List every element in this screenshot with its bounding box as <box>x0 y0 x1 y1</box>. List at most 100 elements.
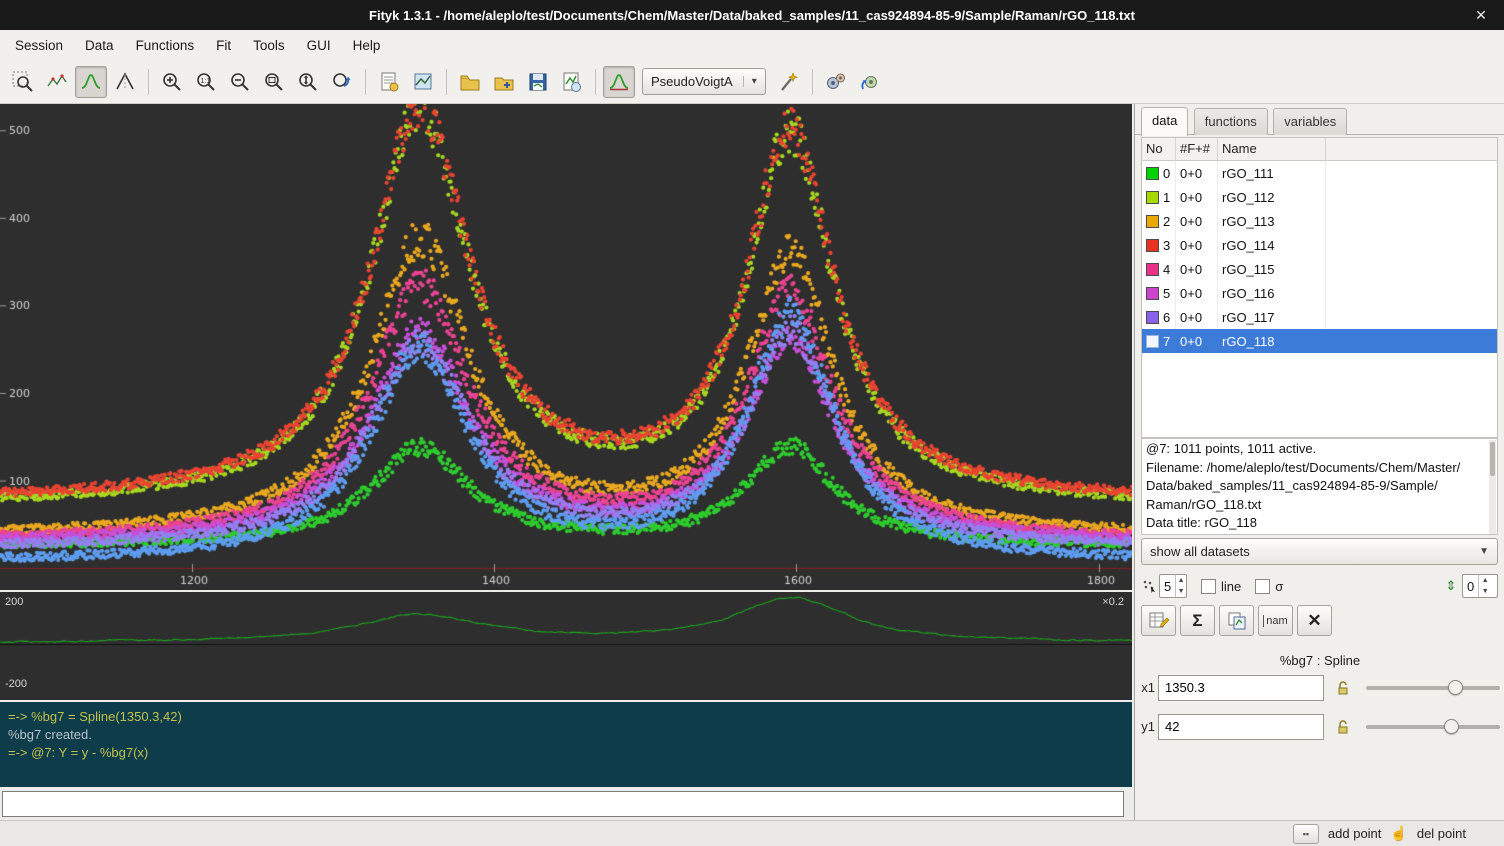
dataset-name: rGO_115 <box>1218 257 1326 281</box>
dataset-row[interactable]: 2 0+0 rGO_113 <box>1142 209 1497 233</box>
point-size-icon <box>1141 578 1157 594</box>
dataset-row[interactable]: 0 0+0 rGO_111 <box>1142 161 1497 185</box>
dataset-color-swatch[interactable] <box>1146 239 1159 252</box>
toolbar-separator <box>595 69 596 95</box>
console-line: =-> @7: Y = y - %bg7(x) <box>8 744 1124 762</box>
menu-item-functions[interactable]: Functions <box>125 33 206 58</box>
console-line: %bg7 created. <box>8 726 1124 744</box>
dataset-func-count: 0+0 <box>1176 329 1218 353</box>
dataset-table-header: No #F+# Name <box>1142 138 1497 161</box>
zoom-out-button[interactable] <box>224 66 256 98</box>
info-scrollbar[interactable] <box>1489 440 1496 535</box>
y1-lock-icon[interactable] <box>1332 715 1354 739</box>
open-data-button[interactable] <box>454 66 486 98</box>
menu-item-fit[interactable]: Fit <box>205 33 242 58</box>
dataset-row[interactable]: 6 0+0 rGO_117 <box>1142 305 1497 329</box>
delete-dataset-button[interactable]: ✕ <box>1297 605 1332 636</box>
zoom-previous-button[interactable] <box>326 66 358 98</box>
rename-dataset-button[interactable]: nam <box>1258 605 1293 636</box>
dataset-row[interactable]: 1 0+0 rGO_112 <box>1142 185 1497 209</box>
fit-run-button[interactable] <box>820 66 852 98</box>
menu-item-session[interactable]: Session <box>4 33 74 58</box>
save-session-button[interactable] <box>522 66 554 98</box>
x1-label: x1 <box>1135 680 1155 695</box>
add-point-hint: add point <box>1328 826 1382 841</box>
open-data-advanced-button[interactable] <box>488 66 520 98</box>
info-line: Data title: rGO_118 <box>1146 514 1493 533</box>
dataset-color-swatch[interactable] <box>1146 263 1159 276</box>
dataset-color-swatch[interactable] <box>1146 335 1159 348</box>
x1-input[interactable] <box>1158 675 1324 701</box>
tab-functions[interactable]: functions <box>1194 108 1268 135</box>
function-mode-button[interactable] <box>603 66 635 98</box>
aux-ymax-label: 200 <box>5 596 23 608</box>
data-range-mode-button[interactable] <box>41 66 73 98</box>
y1-slider-handle[interactable] <box>1444 719 1459 734</box>
aux-plot-canvas[interactable] <box>0 592 1132 700</box>
main-plot[interactable] <box>0 104 1132 590</box>
dataset-row[interactable]: 4 0+0 rGO_115 <box>1142 257 1497 281</box>
column-header-functions[interactable]: #F+# <box>1176 138 1218 160</box>
menu-item-data[interactable]: Data <box>74 33 125 58</box>
column-header-name[interactable]: Name <box>1218 138 1326 160</box>
command-input[interactable] <box>2 791 1124 817</box>
dataset-color-swatch[interactable] <box>1146 287 1159 300</box>
dataset-row-selected[interactable]: 7 0+0 rGO_118 <box>1142 329 1497 353</box>
dataset-color-swatch[interactable] <box>1146 215 1159 228</box>
side-panel: data functions variables No #F+# Name 0 … <box>1134 104 1504 820</box>
aux-plot[interactable]: 200 -200 ×0.2 <box>0 592 1132 700</box>
column-header-no[interactable]: No <box>1142 138 1176 160</box>
dataset-func-count: 0+0 <box>1176 305 1218 329</box>
show-datasets-dropdown[interactable]: show all datasets ▼ <box>1141 538 1498 565</box>
peak-type-value: PseudoVoigtA <box>651 74 733 89</box>
data-editor-button[interactable] <box>1141 605 1176 636</box>
dataset-row[interactable]: 3 0+0 rGO_114 <box>1142 233 1497 257</box>
line-checkbox[interactable] <box>1201 579 1216 594</box>
dataset-number: 0 <box>1163 166 1170 181</box>
menu-item-tools[interactable]: Tools <box>242 33 296 58</box>
session-log-button[interactable] <box>373 66 405 98</box>
hand-cursor-icon: ☝ <box>1390 825 1407 842</box>
x1-lock-icon[interactable] <box>1332 676 1354 700</box>
main-plot-canvas[interactable] <box>0 104 1132 590</box>
dataset-name: rGO_116 <box>1218 281 1326 305</box>
zoom-all-button[interactable] <box>258 66 290 98</box>
add-point-mode-button[interactable] <box>75 66 107 98</box>
menu-item-gui[interactable]: GUI <box>296 33 342 58</box>
point-size-stepper[interactable]: 5 ▲▼ <box>1159 574 1187 598</box>
sigma-checkbox[interactable] <box>1255 579 1270 594</box>
x1-slider-handle[interactable] <box>1448 680 1463 695</box>
export-image-button[interactable] <box>556 66 588 98</box>
zoom-mode-button[interactable] <box>7 66 39 98</box>
tab-data[interactable]: data <box>1141 107 1188 136</box>
zoom-in-button[interactable] <box>156 66 188 98</box>
title-bar: Fityk 1.3.1 - /home/aleplo/test/Document… <box>0 0 1504 30</box>
menu-item-help[interactable]: Help <box>342 33 392 58</box>
toolbar: 1:1 PseudoVoigtA ▾ <box>0 60 1504 104</box>
x1-slider[interactable] <box>1366 679 1500 697</box>
y1-slider[interactable] <box>1366 718 1500 736</box>
auto-add-peak-button[interactable] <box>773 66 805 98</box>
session-info-button[interactable] <box>407 66 439 98</box>
add-peak-mode-button[interactable] <box>109 66 141 98</box>
close-icon[interactable]: ✕ <box>1468 0 1494 30</box>
mouse-hints-button[interactable]: ▪▪ <box>1293 824 1319 844</box>
dataset-func-count: 0+0 <box>1176 185 1218 209</box>
dataset-number: 1 <box>1163 190 1170 205</box>
fit-undo-button[interactable] <box>854 66 886 98</box>
dataset-color-swatch[interactable] <box>1146 311 1159 324</box>
dataset-number: 3 <box>1163 238 1170 253</box>
vertical-shift-stepper[interactable]: 0 ▲▼ <box>1462 574 1498 598</box>
sum-datasets-button[interactable]: Σ <box>1180 605 1215 636</box>
zoom-100-button[interactable]: 1:1 <box>190 66 222 98</box>
svg-text:1:1: 1:1 <box>201 78 211 85</box>
peak-type-select[interactable]: PseudoVoigtA ▾ <box>642 68 766 95</box>
dataset-color-swatch[interactable] <box>1146 167 1159 180</box>
y1-input[interactable] <box>1158 714 1324 740</box>
zoom-vertical-button[interactable] <box>292 66 324 98</box>
dataset-number: 7 <box>1163 334 1170 349</box>
dataset-color-swatch[interactable] <box>1146 191 1159 204</box>
copy-transform-button[interactable] <box>1219 605 1254 636</box>
dataset-row[interactable]: 5 0+0 rGO_116 <box>1142 281 1497 305</box>
tab-variables[interactable]: variables <box>1273 108 1347 135</box>
